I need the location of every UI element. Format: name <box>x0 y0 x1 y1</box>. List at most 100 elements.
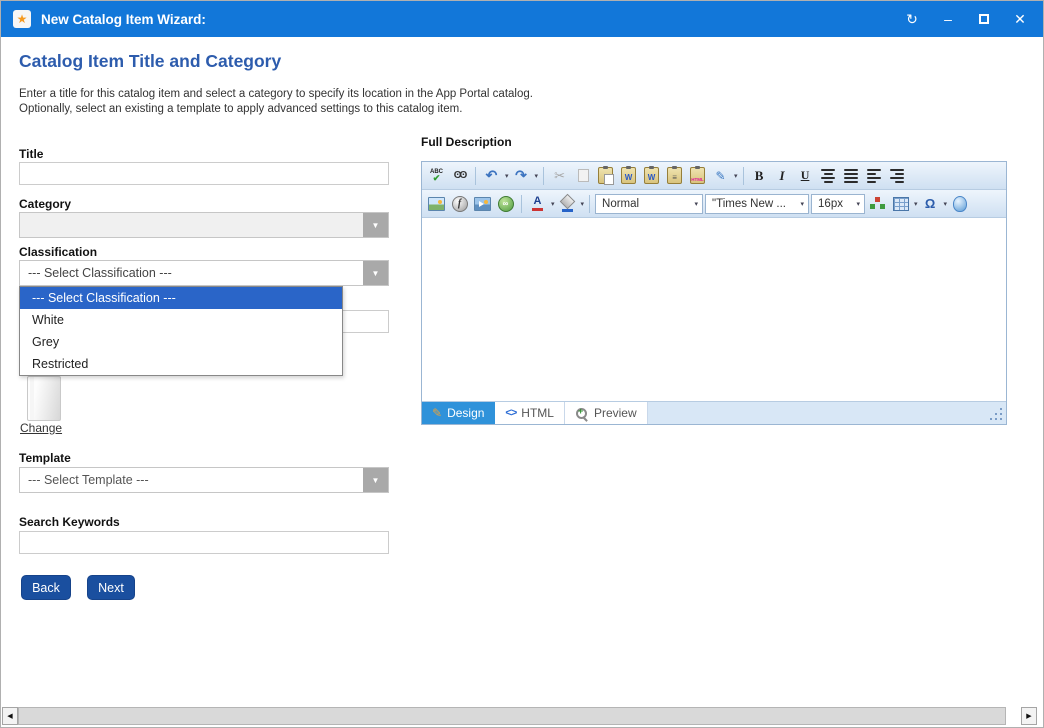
underline-icon: U <box>801 168 810 183</box>
category-select[interactable]: ▼ <box>19 212 389 238</box>
font-size-select[interactable]: 16px ▾ <box>811 194 865 214</box>
editor-resize-grip[interactable] <box>989 407 1002 420</box>
classification-option[interactable]: --- Select Classification --- <box>20 287 342 309</box>
bold-icon: B <box>755 168 764 184</box>
classification-dropdown-button[interactable]: ▼ <box>363 261 388 285</box>
undo-dropdown-caret[interactable]: ▾ <box>505 172 509 180</box>
copy-button[interactable] <box>572 165 593 186</box>
paste-button[interactable] <box>595 165 616 186</box>
redo-dropdown-caret[interactable]: ▾ <box>535 172 539 180</box>
align-center-button[interactable] <box>818 165 839 186</box>
maximize-button[interactable] <box>973 8 995 30</box>
format-stripper-button[interactable]: ✎ <box>710 165 731 186</box>
tab-design[interactable]: ✎ Design <box>422 402 495 424</box>
search-keywords-input[interactable] <box>19 531 389 554</box>
paste-from-word-strip-font-icon: W <box>644 167 659 184</box>
font-color-button[interactable]: A <box>527 193 548 214</box>
html-tag-icon: <> <box>505 407 516 419</box>
classification-option[interactable]: Grey <box>20 331 342 353</box>
paste-plain-text-button[interactable]: ≡ <box>664 165 685 186</box>
classification-option[interactable]: Restricted <box>20 353 342 375</box>
scroll-left-button[interactable]: ◀ <box>2 707 18 725</box>
font-name-select[interactable]: "Times New ... ▾ <box>705 194 809 214</box>
paste-from-word-button[interactable]: W <box>618 165 639 186</box>
title-label: Title <box>19 147 43 161</box>
classification-select[interactable]: --- Select Classification --- ▼ <box>19 260 389 286</box>
scroll-right-button[interactable]: ▶ <box>1021 707 1037 725</box>
silverlight-icon <box>953 196 967 212</box>
paragraph-style-select[interactable]: Normal ▾ <box>595 194 703 214</box>
align-center-icon <box>821 169 835 183</box>
back-button[interactable]: Back <box>21 575 71 600</box>
align-right-icon <box>890 169 904 183</box>
underline-button[interactable]: U <box>795 165 816 186</box>
spellcheck-button[interactable]: ABC ✔ <box>426 165 447 186</box>
editor-toolbar-row-1: ABC ✔ ʘʘ ↶ ▾ ↷ ▾ ✂ W W ≡ HTML ✎ ▾ B I U <box>422 162 1006 190</box>
italic-button[interactable]: I <box>772 165 793 186</box>
paste-plain-text-icon: ≡ <box>667 167 682 184</box>
window-controls: ↻ – ✕ <box>901 8 1031 30</box>
scroll-left-icon: ◀ <box>7 712 12 720</box>
redo-button[interactable]: ↷ <box>511 165 532 186</box>
minimize-button[interactable]: – <box>937 8 959 30</box>
background-color-button[interactable] <box>557 193 578 214</box>
table-icon <box>893 197 909 211</box>
format-stripper-caret[interactable]: ▾ <box>734 172 738 180</box>
paste-icon <box>598 167 613 184</box>
format-stripper-icon: ✎ <box>716 169 726 183</box>
insert-table-caret[interactable]: ▾ <box>914 200 918 208</box>
paste-from-word-strip-font-button[interactable]: W <box>641 165 662 186</box>
flash-icon: f <box>452 196 468 212</box>
insert-symbol-caret[interactable]: ▾ <box>944 200 948 208</box>
paste-as-html-button[interactable]: HTML <box>687 165 708 186</box>
full-description-label: Full Description <box>421 135 512 149</box>
close-icon: ✕ <box>1014 12 1026 26</box>
classification-value: --- Select Classification --- <box>20 266 363 280</box>
next-button[interactable]: Next <box>87 575 135 600</box>
search-keywords-label: Search Keywords <box>19 515 120 529</box>
flash-manager-button[interactable]: f <box>449 193 470 214</box>
description-line-1: Enter a title for this catalog item and … <box>19 87 533 102</box>
justify-icon <box>844 169 858 183</box>
insert-table-button[interactable] <box>890 193 911 214</box>
insert-symbol-button[interactable]: Ω <box>920 193 941 214</box>
category-dropdown-button[interactable]: ▼ <box>363 213 388 237</box>
find-replace-button[interactable]: ʘʘ <box>449 165 470 186</box>
image-manager-button[interactable] <box>426 193 447 214</box>
hyperlink-manager-button[interactable]: ∞ <box>495 193 516 214</box>
undo-button[interactable]: ↶ <box>481 165 502 186</box>
pencil-icon: ✎ <box>432 406 442 420</box>
tab-html[interactable]: <> HTML <box>495 402 565 424</box>
editor-content-area[interactable] <box>422 218 1006 401</box>
catalog-item-image <box>27 376 61 421</box>
align-left-button[interactable] <box>864 165 885 186</box>
font-color-caret[interactable]: ▾ <box>551 200 555 208</box>
classification-option[interactable]: White <box>20 309 342 331</box>
chevron-down-icon: ▾ <box>801 200 805 208</box>
scrollbar-thumb[interactable] <box>18 707 1006 725</box>
title-input[interactable] <box>19 162 389 185</box>
align-right-button[interactable] <box>887 165 908 186</box>
silverlight-manager-button[interactable] <box>949 193 970 214</box>
chevron-down-icon: ▼ <box>372 221 380 230</box>
insert-snippet-button[interactable] <box>867 193 888 214</box>
close-button[interactable]: ✕ <box>1009 8 1031 30</box>
background-color-caret[interactable]: ▾ <box>581 200 585 208</box>
bold-button[interactable]: B <box>749 165 770 186</box>
category-label: Category <box>19 197 71 211</box>
editor-toolbar-row-2: f ∞ A ▾ ▾ Normal ▾ <box>422 190 1006 218</box>
template-select[interactable]: --- Select Template --- ▼ <box>19 467 389 493</box>
background-color-icon <box>561 195 574 212</box>
template-label: Template <box>19 451 71 465</box>
template-dropdown-button[interactable]: ▼ <box>363 468 388 492</box>
justify-button[interactable] <box>841 165 862 186</box>
change-image-link[interactable]: Change <box>20 421 62 435</box>
rich-text-editor: ABC ✔ ʘʘ ↶ ▾ ↷ ▾ ✂ W W ≡ HTML ✎ ▾ B I U <box>421 161 1007 425</box>
refresh-button[interactable]: ↻ <box>901 8 923 30</box>
cut-button[interactable]: ✂ <box>549 165 570 186</box>
tab-preview[interactable]: + Preview <box>565 402 648 424</box>
wizard-window: ★ New Catalog Item Wizard: ↻ – ✕ Catalog… <box>0 0 1044 728</box>
wizard-icon: ★ <box>13 10 31 28</box>
media-manager-button[interactable] <box>472 193 493 214</box>
wizard-star-glyph: ★ <box>17 13 28 25</box>
